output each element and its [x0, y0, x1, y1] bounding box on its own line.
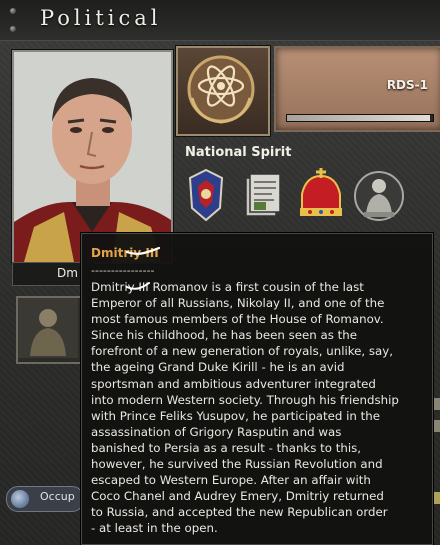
tooltip-line: forefront of a new generation of royals,… — [91, 344, 394, 359]
occupation-label: Occup — [40, 490, 75, 503]
side-tick — [432, 398, 440, 410]
leader-name: Dm — [57, 266, 78, 280]
handwritten-underline-mark — [126, 282, 150, 290]
tooltip-line: most famous members of the House of Roma… — [91, 312, 384, 327]
crown-icon[interactable] — [296, 168, 346, 224]
tooltip-line: Emperor of all Russians, Nikolay II, and… — [91, 296, 385, 311]
advisor-portrait-icon — [18, 298, 78, 358]
tooltip-line: Coco Chanel and Audrey Emery, Dmitriy re… — [91, 489, 384, 504]
document-stack-icon[interactable] — [240, 168, 290, 224]
tooltip-line: with Prince Feliks Yusupov, he participa… — [91, 408, 381, 423]
national-spirit-label: National Spirit — [185, 145, 292, 160]
tooltip-line: however, he survived the Russian Revolut… — [91, 457, 383, 472]
leader-tooltip: Dmitriy III ---------------- Dmitriy III… — [81, 233, 433, 545]
tooltip-separator: ---------------- — [91, 264, 155, 277]
tooltip-line: the ageing Grand Duke Kirill - he is an … — [91, 360, 345, 375]
tooltip-line: to Russia, and accepted the new Republic… — [91, 505, 388, 520]
side-tick — [432, 492, 440, 504]
panel-title: Political — [40, 6, 162, 30]
tooltip-line: assassination of Grigory Rasputin and wa… — [91, 424, 342, 439]
leader-portrait-image — [14, 52, 171, 262]
security-service-emblem-icon[interactable] — [186, 168, 236, 224]
atom-ideology-icon — [187, 55, 255, 124]
advisor-slot[interactable] — [16, 296, 84, 364]
ruling-party-panel[interactable]: RDS-1 — [274, 46, 440, 132]
occupation-icon — [11, 490, 29, 508]
panel-title-bar: Political — [0, 0, 440, 41]
tooltip-description: Dmitriy III Romanov is a first cousin of… — [91, 279, 424, 537]
handwritten-underline-mark — [126, 246, 160, 255]
tooltip-line: into modern Western society. Through his… — [91, 392, 399, 407]
rivet — [10, 8, 16, 14]
statue-icon[interactable] — [354, 168, 404, 224]
tooltip-line: banished to Persia as a result - thanks … — [91, 440, 362, 455]
party-name: RDS-1 — [386, 78, 428, 92]
tooltip-line: escaped to Western Europe. After an affa… — [91, 473, 371, 488]
rivet — [10, 26, 16, 32]
tooltip-line: sportsman and ambitious adventurer integ… — [91, 376, 376, 391]
ideology-frame[interactable] — [176, 46, 270, 136]
leader-portrait[interactable] — [12, 50, 173, 264]
side-tick — [432, 420, 440, 432]
party-popularity-fill — [287, 115, 431, 121]
party-popularity-bar — [286, 114, 434, 122]
tooltip-line: - at least in the open. — [91, 521, 218, 536]
tooltip-line: Since his childhood, he has been seen as… — [91, 328, 357, 343]
